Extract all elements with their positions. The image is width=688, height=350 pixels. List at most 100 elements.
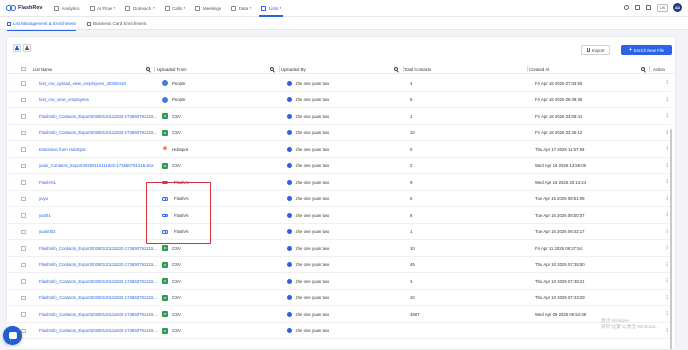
list-name-link[interactable]: FlashInfo_Contacts_Export20250110111832-…	[39, 108, 157, 124]
chart-icon	[54, 5, 59, 11]
column-divider[interactable]	[279, 66, 280, 72]
col-total-contacts[interactable]: Total Contacts	[404, 64, 431, 74]
list-name-link[interactable]: yuyu	[39, 191, 157, 207]
enrich-new-file-button[interactable]: + Enrich New File	[621, 45, 672, 55]
row-checkbox[interactable]	[21, 180, 26, 185]
app-name: FlashRev	[18, 5, 43, 11]
column-divider[interactable]	[527, 66, 528, 72]
uploaded-from-cell: X CSV	[162, 273, 280, 289]
list-name-link[interactable]: FlashInfo_Contacts_Export20250110111832-…	[39, 306, 157, 322]
created-at-value: Wed Apr 16 2025 20:13:44	[535, 179, 587, 185]
row-actions-menu-icon[interactable]: ⋮	[664, 108, 670, 124]
search-icon[interactable]	[270, 67, 274, 71]
row-checkbox[interactable]	[21, 312, 26, 317]
chat-support-button[interactable]	[3, 326, 22, 345]
row-checkbox[interactable]	[21, 97, 26, 102]
list-name-link[interactable]: FlashInfo_Contacts_Export20250110111832-…	[39, 323, 157, 339]
list-name-link[interactable]: yuan002	[39, 224, 157, 240]
language-selector[interactable]: US	[657, 3, 668, 12]
col-uploaded-from[interactable]: Uploaded From	[157, 64, 187, 74]
table-row: FlashInfo_Contacts_Export20250110111832-…	[7, 257, 671, 273]
total-contacts-value: 6	[410, 196, 413, 201]
list-name-link[interactable]: yuan_Contacts_Export20250110111832-17365…	[39, 158, 157, 174]
uploader-name: zhe one yuan two	[295, 80, 330, 86]
apps-icon[interactable]	[646, 5, 652, 10]
list-name-link[interactable]: FlashInfo_Contacts_Export20250110111832-…	[39, 290, 157, 306]
vertical-scrollbar[interactable]	[669, 129, 672, 349]
nav-ai-flow[interactable]: AI Flow ▾	[89, 0, 115, 17]
search-icon[interactable]	[641, 67, 645, 71]
nav-label: Analytics	[61, 5, 80, 11]
uploaded-by-cell: zhe one yuan two	[287, 273, 405, 289]
nav-data[interactable]: Data ▾	[231, 0, 251, 17]
row-checkbox[interactable]	[21, 130, 26, 135]
nav-outreach[interactable]: Outreach ▾	[125, 0, 155, 17]
source-label: CSV	[172, 130, 181, 135]
source-label: CSV	[172, 262, 181, 267]
list-name-link[interactable]: FlashInfo_Contacts_Export20250110111832-…	[39, 273, 157, 289]
export-button[interactable]: Export	[581, 45, 610, 55]
col-list-name[interactable]: List Name	[33, 64, 52, 74]
flash-icon	[162, 229, 170, 235]
row-checkbox[interactable]	[21, 196, 26, 201]
source-label: CSV	[172, 328, 181, 333]
uploader-name: zhe one yuan two	[295, 212, 330, 218]
nav-meetings[interactable]: Meetings	[195, 0, 221, 17]
row-checkbox[interactable]	[21, 147, 26, 152]
uploader-name: zhe one yuan two	[295, 163, 330, 168]
table-row: FlashInfo_Contacts_Export20250110111832-…	[7, 306, 671, 323]
list-name-link[interactable]: FlashInfo_Contacts_Export20250110111832-…	[39, 125, 157, 141]
tab-list-management[interactable]: List Management & Enrichment	[7, 17, 76, 31]
list-name-link[interactable]: FlashInfo_Contacts_Export20250110111832-…	[39, 240, 157, 256]
total-contacts-value: 4587	[410, 311, 420, 317]
row-checkbox[interactable]	[21, 163, 26, 168]
row-actions-menu-icon[interactable]: ⋮	[664, 75, 670, 91]
list-name-link[interactable]: Extension from HubSpot	[39, 141, 157, 157]
source-label: FlashAI	[174, 229, 189, 234]
list-name-link[interactable]: FlashAI1	[39, 174, 157, 190]
view-contacts-button[interactable]	[13, 44, 21, 52]
total-contacts-value: 5	[410, 97, 413, 102]
list-name-link[interactable]: test_csv_view_employees	[39, 92, 157, 108]
nav-analytics[interactable]: Analytics	[54, 0, 80, 17]
people-icon	[162, 96, 168, 103]
total-contacts-value	[410, 323, 528, 339]
app-logo[interactable]: FlashRev	[6, 5, 52, 11]
row-checkbox[interactable]	[21, 114, 26, 119]
list-name-link[interactable]: FlashInfo_Contacts_Export20250110111832-…	[39, 257, 157, 273]
help-icon[interactable]	[624, 5, 630, 10]
uploader-name: zhe one yuan two	[295, 146, 330, 152]
row-checkbox[interactable]	[21, 213, 26, 218]
list-name-link[interactable]: test_csv_upload_view_employees_20250418	[39, 75, 157, 91]
total-contacts-value: 10	[410, 245, 415, 251]
row-actions-menu-icon[interactable]: ⋮	[664, 92, 670, 108]
row-checkbox[interactable]	[21, 81, 26, 86]
avatar[interactable]: AD	[673, 3, 682, 12]
row-checkbox[interactable]	[21, 279, 26, 284]
card-icon	[87, 21, 91, 26]
uploader-name: zhe one yuan two	[295, 262, 330, 267]
notification-icon[interactable]	[635, 5, 641, 10]
tab-business-card-enrichment[interactable]: Business Card Enrichment	[87, 17, 146, 30]
total-contacts-value: 1	[410, 113, 413, 119]
search-icon[interactable]	[146, 67, 150, 71]
created-at-value: Tue Apr 15 2025 08:42:17	[535, 229, 585, 234]
row-checkbox[interactable]	[21, 246, 26, 251]
row-checkbox[interactable]	[21, 262, 26, 267]
column-divider[interactable]	[154, 66, 155, 72]
select-all-checkbox[interactable]	[21, 66, 26, 72]
search-icon[interactable]	[394, 67, 398, 71]
uploaded-by-cell: zhe one yuan two	[287, 92, 405, 108]
row-checkbox[interactable]	[21, 229, 26, 234]
nav-lists[interactable]: Lists ▾	[259, 0, 284, 17]
user-avatar-icon	[287, 245, 292, 251]
col-created-at[interactable]: Created At	[529, 64, 549, 74]
nav-label: AI Flow	[97, 5, 113, 11]
view-companies-button[interactable]	[23, 44, 31, 52]
uploaded-from-cell: X CSV	[162, 257, 280, 273]
row-checkbox[interactable]	[21, 295, 26, 300]
list-name-link[interactable]: yu001	[39, 207, 157, 223]
col-uploaded-by[interactable]: Uploaded By	[281, 64, 306, 74]
column-divider[interactable]	[649, 66, 650, 72]
nav-calls[interactable]: Calls ▾	[164, 0, 185, 17]
